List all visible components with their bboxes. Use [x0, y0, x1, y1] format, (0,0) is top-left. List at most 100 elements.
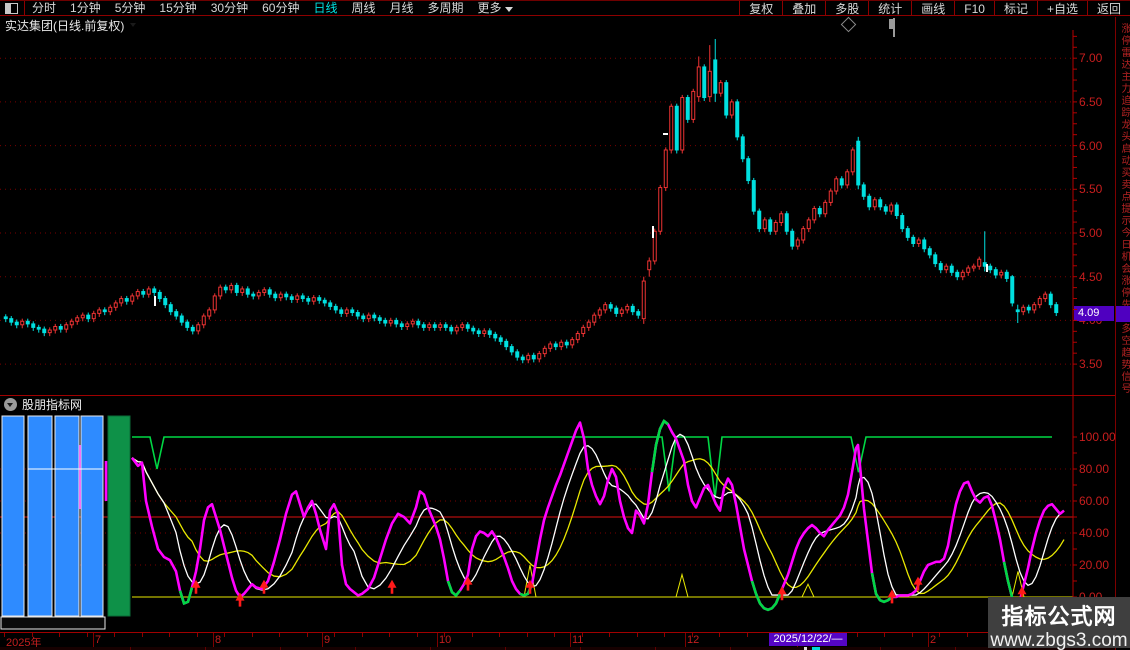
month-divider: [213, 633, 214, 647]
axis-tick: [362, 633, 363, 637]
period-button[interactable]: 分时: [25, 1, 63, 15]
date-label: 8: [215, 634, 221, 646]
axis-tick: [142, 633, 143, 637]
tool-button[interactable]: F10: [954, 1, 994, 15]
watermark: 指标公式网 www.zbgs3.com: [988, 597, 1130, 648]
tool-button[interactable]: 返回: [1087, 1, 1130, 15]
period-toolbar: 分时1分钟5分钟15分钟30分钟60分钟日线周线月线多周期更多 复权叠加多股统计…: [0, 0, 1130, 16]
axis-tick: [719, 633, 720, 637]
indicator-axis-label: 100.00: [1079, 430, 1115, 444]
date-label: 11: [572, 634, 583, 646]
candlestick-chart[interactable]: [0, 32, 1075, 396]
month-divider: [437, 633, 438, 647]
axis-tick: [747, 633, 748, 637]
right-axis: [1068, 30, 1080, 646]
price-axis-label: 4.50: [1079, 270, 1115, 284]
date-label: 9: [324, 634, 330, 646]
date-label: 12: [687, 634, 699, 646]
right-strip-vertical-text: 涨停雷达主力追踪龙头启动买卖点提示今日机会涨停先机多空趋势信号: [1119, 23, 1130, 395]
period-button[interactable]: 5分钟: [108, 1, 153, 15]
axis-tick: [472, 633, 473, 637]
axis-tick: [499, 633, 500, 637]
date-label: 10: [439, 634, 451, 646]
axis-tick: [279, 633, 280, 637]
period-button[interactable]: 15分钟: [152, 1, 203, 15]
axis-tick: [554, 633, 555, 637]
window-layout-icon[interactable]: [5, 3, 18, 14]
axis-tick: [252, 633, 253, 637]
price-axis-label: 3.50: [1079, 357, 1115, 371]
axis-tick: [389, 633, 390, 637]
axis-tick: [59, 633, 60, 637]
axis-tick: [527, 633, 528, 637]
tool-button[interactable]: +自选: [1037, 1, 1087, 15]
right-strip-price-marker: [1116, 306, 1130, 322]
tool-button[interactable]: 标记: [994, 1, 1037, 15]
app-window: 分时1分钟5分钟15分钟30分钟60分钟日线周线月线多周期更多 复权叠加多股统计…: [0, 0, 1130, 650]
axis-tick: [4, 633, 5, 637]
axis-tick: [87, 633, 88, 637]
price-axis-label: 7.00: [1079, 51, 1115, 65]
axis-tick: [609, 633, 610, 637]
tool-button[interactable]: 多股: [825, 1, 868, 15]
period-button[interactable]: 多周期: [421, 1, 471, 15]
price-axis-label: 6.50: [1079, 95, 1115, 109]
axis-tick: [664, 633, 665, 637]
right-side-strip[interactable]: 涨停雷达主力追踪龙头启动买卖点提示今日机会涨停先机多空趋势信号: [1115, 17, 1130, 650]
watermark-url: www.zbgs3.com: [988, 630, 1130, 650]
period-button[interactable]: 1分钟: [63, 1, 108, 15]
tool-buttons: 复权叠加多股统计画线F10标记+自选返回: [739, 1, 1130, 15]
cursor-date-badge: 2025/12/22/—: [769, 633, 847, 646]
price-axis-label: 5.00: [1079, 226, 1115, 240]
price-axis-label: 6.00: [1079, 139, 1115, 153]
axis-tick: [912, 633, 913, 637]
period-button[interactable]: 日线: [306, 1, 344, 15]
tool-button[interactable]: 画线: [911, 1, 954, 15]
period-button[interactable]: 60分钟: [255, 1, 306, 15]
chevron-down-icon: [505, 7, 513, 12]
indicator-axis-label: 60.00: [1079, 494, 1115, 508]
watermark-title: 指标公式网: [988, 599, 1130, 631]
axis-tick: [939, 633, 940, 637]
period-button[interactable]: 周线: [344, 1, 382, 15]
period-button-group: 分时1分钟5分钟15分钟30分钟60分钟日线周线月线多周期更多: [25, 1, 520, 15]
month-divider: [685, 633, 686, 647]
axis-tick: [224, 633, 225, 637]
tool-button[interactable]: 复权: [739, 1, 782, 15]
tool-button[interactable]: 叠加: [782, 1, 825, 15]
indicator-chart[interactable]: [0, 412, 1075, 632]
diamond-icon[interactable]: [841, 17, 857, 33]
last-price-badge: 4.09: [1074, 306, 1114, 321]
axis-tick: [884, 633, 885, 637]
price-axis-label: 5.50: [1079, 182, 1115, 196]
month-divider: [570, 633, 571, 647]
month-divider: [928, 633, 929, 647]
axis-tick: [307, 633, 308, 637]
tool-button[interactable]: 统计: [868, 1, 911, 15]
indicator-name: 股朋指标网: [22, 396, 82, 413]
indicator-axis-label: 80.00: [1079, 462, 1115, 476]
date-label: 7: [95, 634, 101, 646]
chevron-down-circle-icon[interactable]: [4, 398, 17, 411]
indicator-label-row: 股朋指标网: [4, 397, 82, 412]
axis-tick: [114, 633, 115, 637]
month-divider: [93, 633, 94, 647]
axis-tick: [334, 633, 335, 637]
panel-separator[interactable]: [0, 395, 1130, 396]
axis-tick: [637, 633, 638, 637]
indicator-axis-label: 40.00: [1079, 526, 1115, 540]
indicator-axis-label: 20.00: [1079, 558, 1115, 572]
date-axis[interactable]: 2025年78910111222025/12/22/—: [0, 632, 1130, 646]
axis-tick: [857, 633, 858, 637]
axis-tick: [967, 633, 968, 637]
period-button[interactable]: 月线: [383, 1, 421, 15]
period-button[interactable]: 更多: [471, 1, 520, 15]
month-divider: [322, 633, 323, 647]
axis-tick: [417, 633, 418, 637]
period-button[interactable]: 30分钟: [204, 1, 255, 15]
axis-tick: [169, 633, 170, 637]
title-row: 实达集团(日线.前复权): [0, 17, 1112, 32]
axis-tick: [197, 633, 198, 637]
period-buttons: 分时1分钟5分钟15分钟30分钟60分钟日线周线月线多周期更多: [0, 1, 520, 15]
date-label: 2: [930, 634, 936, 646]
